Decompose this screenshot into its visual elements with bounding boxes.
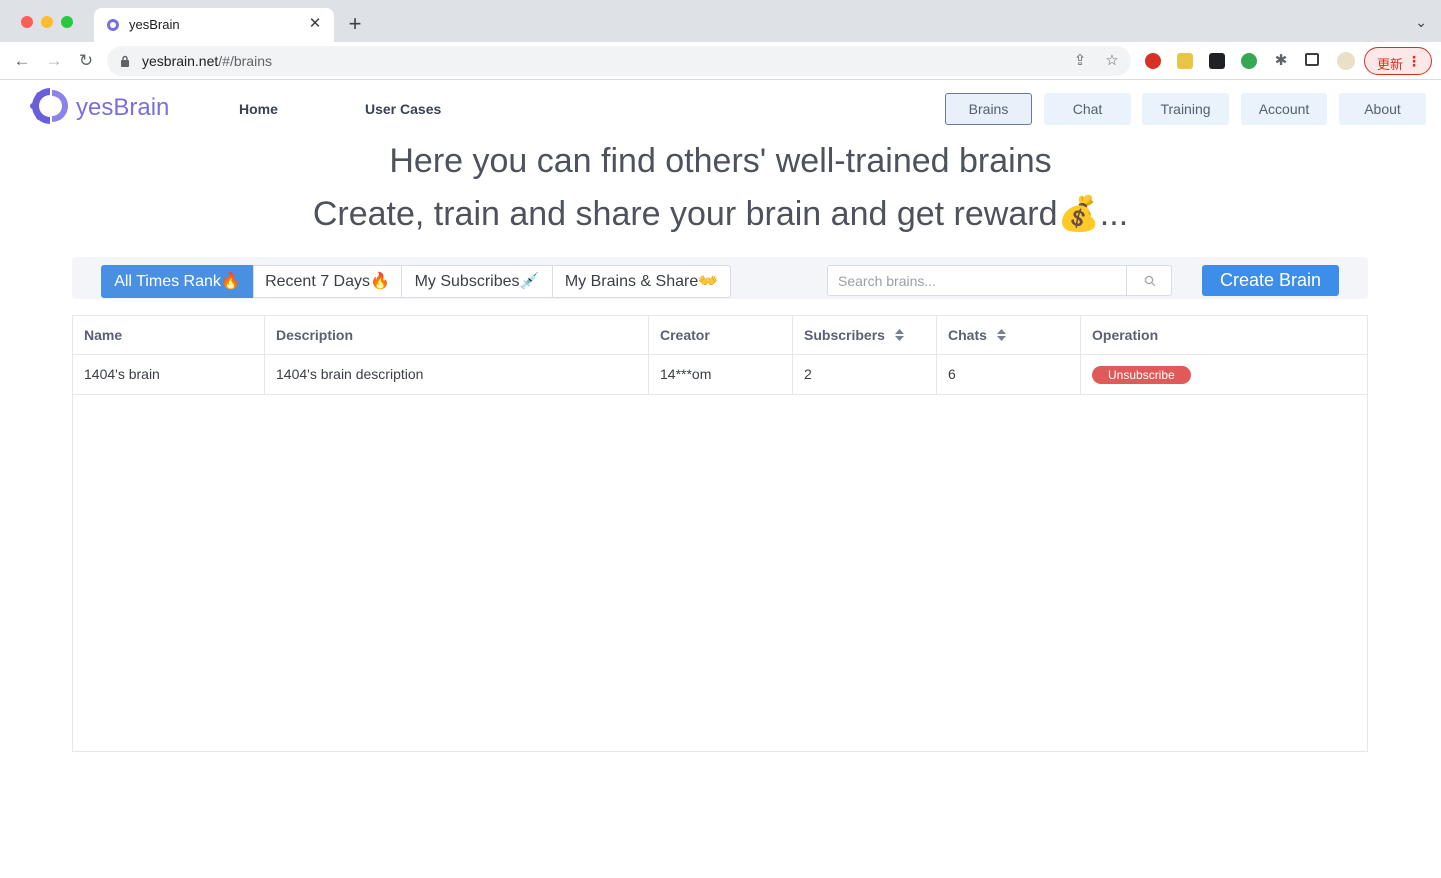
new-tab-button[interactable]: + [345,13,365,35]
browser-tab[interactable]: yesBrain ✕ [94,8,334,42]
nav-account-button[interactable]: Account [1241,93,1327,125]
column-header-description: Description [265,316,649,354]
brains-table: Name Description Creator Subscribers Cha… [72,315,1368,752]
browser-titlebar: yesBrain ✕ + ⌄ [0,0,1441,42]
cell-subscribers: 2 [793,355,937,394]
address-bar[interactable]: yesbrain.net/#/brains ⇪ ☆ [107,46,1131,76]
hero-subheadline: Create, train and share your brain and g… [312,195,1129,233]
cell-creator: 14***om [649,355,793,394]
extensions-puzzle-icon[interactable]: ✱ [1273,53,1289,69]
update-button[interactable]: 更新 ⋮ [1364,47,1432,75]
search-box [827,265,1127,296]
sort-icon[interactable] [996,329,1006,342]
nav-about-button[interactable]: About [1339,93,1426,125]
search-button[interactable] [1126,265,1172,296]
minimize-window-button[interactable] [41,16,53,28]
search-icon [1144,275,1156,287]
extension-black-icon[interactable] [1209,53,1225,69]
share-icon[interactable]: ⇪ [1071,52,1089,70]
extension-yellow-icon[interactable] [1177,53,1193,69]
yesbrain-favicon-icon [107,19,119,31]
side-panel-icon[interactable] [1305,53,1319,66]
cell-description: 1404's brain description [265,355,649,394]
column-header-chats[interactable]: Chats [937,316,1081,354]
back-button[interactable]: ← [11,50,33,72]
cell-chats: 6 [937,355,1081,394]
close-window-button[interactable] [21,16,33,28]
hero-headline: Here you can find others' well-trained b… [389,142,1052,180]
table-header: Name Description Creator Subscribers Cha… [73,316,1367,355]
nav-chat-button[interactable]: Chat [1044,93,1131,125]
nav-home-link[interactable]: Home [239,101,278,117]
extension-red-icon[interactable] [1145,53,1161,69]
create-brain-button[interactable]: Create Brain [1202,265,1339,296]
nav-training-button[interactable]: Training [1142,93,1229,125]
column-header-subscribers[interactable]: Subscribers [793,316,937,354]
extension-green-icon[interactable] [1241,53,1257,69]
tab-search-chevron-icon[interactable]: ⌄ [1415,14,1427,31]
column-header-name: Name [73,316,265,354]
tab-title: yesBrain [129,17,180,32]
menu-dots-icon[interactable]: ⋮ [1407,53,1421,70]
nav-user-cases-link[interactable]: User Cases [365,101,441,117]
sort-icon[interactable] [894,329,904,342]
unsubscribe-button[interactable]: Unsubscribe [1092,366,1191,385]
table-row: 1404's brain 1404's brain description 14… [73,355,1367,395]
profile-avatar-icon[interactable] [1337,52,1355,70]
brand-name[interactable]: yesBrain [76,94,169,122]
browser-toolbar: ← → ↻ yesbrain.net/#/brains ⇪ ☆ ✱ 更新 ⋮ [0,42,1441,80]
cell-operation: Unsubscribe [1081,355,1367,394]
nav-brains-button[interactable]: Brains [945,93,1032,125]
column-header-operation: Operation [1092,327,1159,343]
close-tab-icon[interactable]: ✕ [306,15,324,33]
filter-bar: All Times Rank🔥 Recent 7 Days🔥 My Subscr… [72,257,1368,299]
reload-button[interactable]: ↻ [75,50,97,72]
forward-button[interactable]: → [43,50,65,72]
tab-my-brains-share[interactable]: My Brains & Share👐 [552,265,731,298]
bookmark-star-icon[interactable]: ☆ [1103,52,1121,70]
url-text: yesbrain.net/#/brains [142,53,272,69]
lock-icon [121,55,129,67]
cell-name: 1404's brain [73,355,265,394]
tab-recent-7-days[interactable]: Recent 7 Days🔥 [253,265,402,298]
tab-all-times-rank[interactable]: All Times Rank🔥 [101,265,254,298]
yesbrain-logo-icon[interactable] [30,86,70,126]
tab-my-subscribes[interactable]: My Subscribes💉 [401,265,553,298]
search-input[interactable] [828,266,1126,295]
maximize-window-button[interactable] [61,16,73,28]
column-header-creator: Creator [649,316,793,354]
page: yesBrain Home User Cases Brains Chat Tra… [0,80,1441,878]
